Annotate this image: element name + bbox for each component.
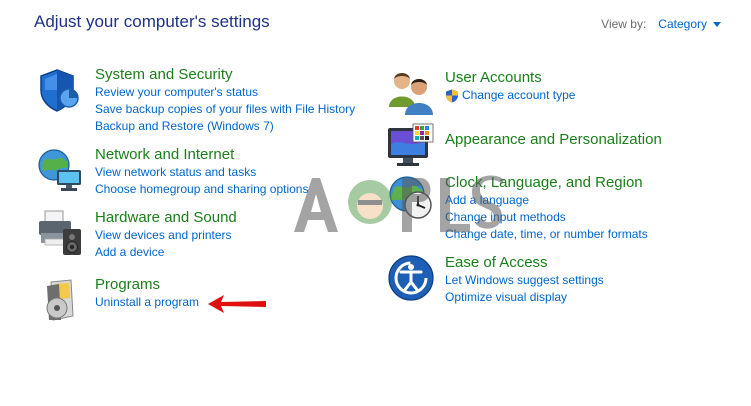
- programs-title[interactable]: Programs: [95, 276, 199, 294]
- backup-restore-link[interactable]: Backup and Restore (Windows 7): [95, 118, 355, 135]
- category-body: Network and Internet View network status…: [95, 146, 308, 198]
- system-security-title[interactable]: System and Security: [95, 66, 355, 84]
- optimize-display-link[interactable]: Optimize visual display: [445, 289, 604, 306]
- ease-of-access-icon[interactable]: [387, 254, 435, 302]
- category-body: Ease of Access Let Windows suggest setti…: [445, 254, 604, 306]
- uac-shield-icon: [446, 89, 458, 102]
- shield-icon[interactable]: [37, 66, 85, 114]
- homegroup-link[interactable]: Choose homegroup and sharing options: [95, 181, 308, 198]
- network-title[interactable]: Network and Internet: [95, 146, 308, 164]
- suggest-settings-link[interactable]: Let Windows suggest settings: [445, 272, 604, 289]
- chevron-down-icon: [713, 22, 721, 27]
- page-title: Adjust your computer's settings: [34, 12, 270, 31]
- hardware-title[interactable]: Hardware and Sound: [95, 209, 237, 227]
- view-by-control: View by: Category: [601, 17, 721, 31]
- printer-speaker-icon[interactable]: [37, 209, 85, 257]
- uninstall-program-link[interactable]: Uninstall a program: [95, 294, 199, 311]
- red-arrow-icon: [208, 295, 266, 313]
- category-body: Programs Uninstall a program: [95, 276, 199, 311]
- view-by-label: View by:: [601, 17, 647, 31]
- ease-title[interactable]: Ease of Access: [445, 254, 604, 272]
- review-status-link[interactable]: Review your computer's status: [95, 84, 355, 101]
- programs-disc-icon[interactable]: [37, 276, 85, 324]
- monitor-palette-icon[interactable]: [387, 122, 435, 170]
- network-globe-icon[interactable]: [37, 146, 85, 194]
- category-body: User Accounts Change account type: [445, 69, 575, 104]
- category-body: System and Security Review your computer…: [95, 66, 355, 135]
- category-body: Hardware and Sound View devices and prin…: [95, 209, 237, 261]
- user-accounts-title[interactable]: User Accounts: [445, 69, 575, 87]
- view-by-dropdown[interactable]: Category: [658, 17, 721, 31]
- file-history-link[interactable]: Save backup copies of your files with Fi…: [95, 101, 355, 118]
- devices-printers-link[interactable]: View devices and printers: [95, 227, 237, 244]
- appuals-watermark-logo: [294, 175, 504, 232]
- add-device-link[interactable]: Add a device: [95, 244, 237, 261]
- change-account-type-label: Change account type: [462, 88, 576, 102]
- users-icon[interactable]: [387, 69, 435, 117]
- category-body: Appearance and Personalization: [445, 131, 662, 149]
- network-status-link[interactable]: View network status and tasks: [95, 164, 308, 181]
- appearance-title[interactable]: Appearance and Personalization: [445, 131, 662, 149]
- change-account-type-link[interactable]: Change account type: [445, 87, 575, 104]
- view-by-value: Category: [658, 17, 707, 31]
